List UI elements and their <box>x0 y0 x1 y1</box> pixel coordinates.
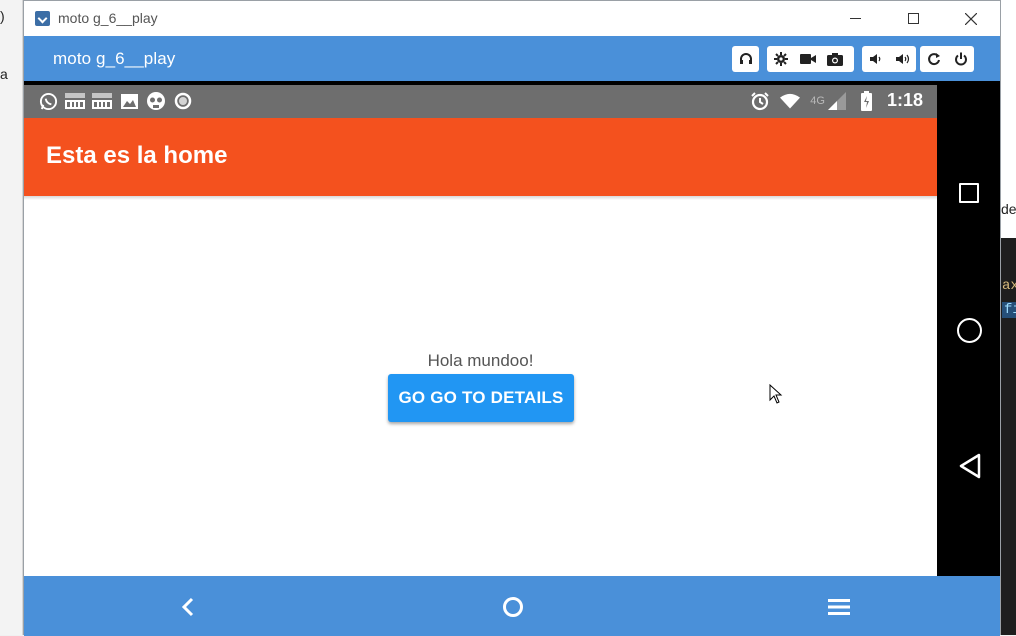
mouse-cursor-icon <box>769 384 783 404</box>
emulator-nav-bar <box>24 576 1000 636</box>
app-content: Hola mundoo! GO GO TO DETAILS <box>24 196 937 576</box>
signal-icon <box>827 91 847 111</box>
window-titlebar[interactable]: moto g_6__play <box>24 1 1000 36</box>
screen-record-button[interactable] <box>794 46 821 72</box>
settings-button[interactable] <box>767 46 794 72</box>
power-button[interactable] <box>947 46 974 72</box>
app-title: Esta es la home <box>46 142 228 169</box>
radio-book-icon <box>92 91 112 111</box>
headphones-button[interactable] <box>732 46 759 72</box>
status-time: 1:18 <box>886 90 923 110</box>
toolbar-group-media <box>767 46 854 72</box>
headphones-icon <box>739 53 752 64</box>
emulator-home-button[interactable] <box>498 592 528 622</box>
background-code-editor <box>1001 238 1016 635</box>
volume-down-icon <box>869 54 880 64</box>
rotate-icon <box>927 53 940 66</box>
screenshot-button[interactable] <box>821 46 848 72</box>
circle-icon <box>173 91 193 111</box>
emulator-toolbar: moto g_6__play <box>24 36 1000 81</box>
volume-up-icon <box>895 54 909 64</box>
network-type-label: 4G <box>810 94 825 107</box>
gear-icon <box>773 52 788 66</box>
background-text-fragment: a <box>0 66 8 82</box>
close-icon <box>965 12 977 25</box>
rotate-button[interactable] <box>920 46 947 72</box>
app-bar: Esta es la home <box>24 118 937 196</box>
radio-book-icon <box>65 91 85 111</box>
whatsapp-icon <box>38 91 58 111</box>
volume-up-button[interactable] <box>889 46 916 72</box>
background-panel <box>1001 0 1016 178</box>
window-title: moto g_6__play <box>58 10 158 26</box>
background-text-fragment: de <box>1001 201 1016 217</box>
hamburger-menu-icon <box>828 599 850 615</box>
toolbar-group-volume <box>862 46 916 72</box>
chevron-left-icon <box>181 597 194 617</box>
home-button[interactable] <box>957 318 982 343</box>
toolbar-group-device <box>920 46 974 72</box>
close-button[interactable] <box>948 1 994 36</box>
maximize-button[interactable] <box>890 1 936 36</box>
alarm-icon <box>750 91 770 111</box>
wifi-icon <box>780 91 801 111</box>
background-code-fragment: ax <box>1002 278 1016 294</box>
toolbar-group-audio <box>732 46 759 72</box>
app-icon <box>35 11 50 26</box>
video-camera-icon <box>799 54 816 64</box>
android-status-bar: 4G 1:18 <box>24 85 937 118</box>
volume-down-button[interactable] <box>862 46 889 72</box>
minimize-button[interactable] <box>832 1 878 36</box>
emulator-back-button[interactable] <box>173 592 203 622</box>
go-to-details-button[interactable]: GO GO TO DETAILS <box>388 374 574 422</box>
android-nav-bar <box>937 81 1000 576</box>
camera-icon <box>826 52 843 66</box>
emulator-window: moto g_6__play moto g_6__play 4G 1:18 Es… <box>23 0 1001 636</box>
greeting-text: Hola mundoo! <box>427 351 534 370</box>
background-code-fragment: fi <box>1002 302 1016 318</box>
emulator-menu-button[interactable] <box>824 592 854 622</box>
minimize-icon <box>849 18 861 19</box>
back-button[interactable] <box>959 453 981 479</box>
background-text-fragment: ) <box>0 8 5 24</box>
image-icon <box>119 91 139 111</box>
device-screen[interactable]: 4G 1:18 Esta es la home Hola mundoo! GO … <box>24 81 1000 576</box>
maximize-icon <box>907 13 919 24</box>
recent-apps-button[interactable] <box>959 183 979 203</box>
skull-icon <box>146 91 166 111</box>
device-name: moto g_6__play <box>53 49 176 68</box>
background-window-right: de ax fi <box>1001 0 1016 635</box>
app-bar-shadow <box>24 196 937 200</box>
circle-home-icon <box>503 597 523 617</box>
power-icon <box>954 52 967 66</box>
background-window-left: ) a <box>0 0 23 635</box>
battery-icon <box>857 90 877 111</box>
